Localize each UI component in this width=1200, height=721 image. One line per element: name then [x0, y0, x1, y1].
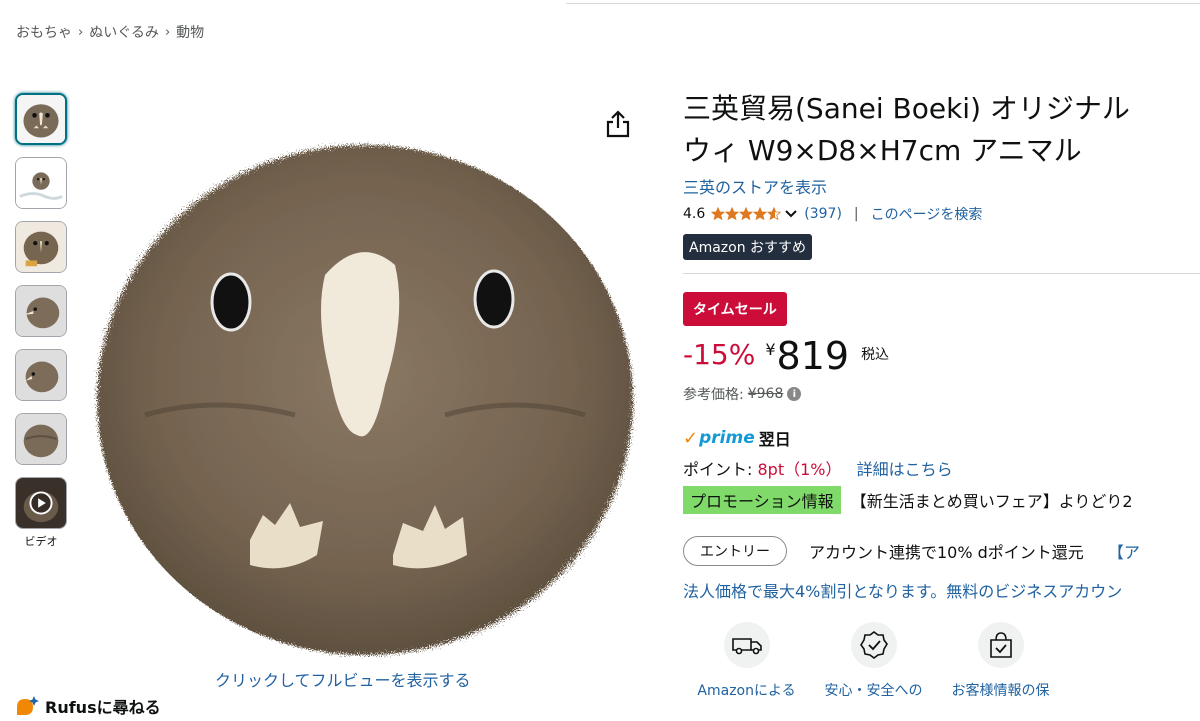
- breadcrumb-separator: ›: [164, 24, 171, 40]
- rufus-button[interactable]: Rufusに尋ねる: [15, 694, 161, 718]
- video-thumbnail[interactable]: [15, 477, 67, 529]
- business-pricing-link[interactable]: 法人価格で最大4%割引となります。無料のビジネスアカウン: [683, 578, 1200, 602]
- thumbnail-1[interactable]: [15, 93, 67, 145]
- video-label: ビデオ: [24, 535, 58, 548]
- prime-check-icon: ✓: [683, 427, 699, 449]
- thumbnail-2[interactable]: [15, 157, 67, 209]
- fullview-link[interactable]: クリックしてフルビューを表示する: [215, 667, 471, 691]
- breadcrumb-separator: ›: [78, 24, 84, 40]
- section-divider: [683, 273, 1200, 274]
- feature-amazon-delivery[interactable]: Amazonによる: [683, 622, 810, 700]
- breadcrumb-item-plush[interactable]: ぬいぐるみ: [89, 22, 159, 42]
- promotion-badge: プロモーション情報: [683, 486, 841, 514]
- feature-label: 安心・安全への: [824, 683, 923, 699]
- share-button[interactable]: [603, 108, 633, 140]
- star-icon: [725, 207, 740, 221]
- rating-value: 4.6: [683, 206, 706, 222]
- feature-icons-row: Amazonによる 安心・安全への お客様情報の保: [683, 622, 1200, 700]
- rating-divider: |: [853, 206, 859, 222]
- thumbnail-3[interactable]: [15, 221, 67, 273]
- list-price-row: 参考価格: ¥968 i: [683, 384, 1200, 404]
- breadcrumb-item-toys[interactable]: おもちゃ: [16, 22, 72, 42]
- entry-button[interactable]: エントリー: [683, 536, 787, 566]
- rufus-label: Rufusに尋ねる: [45, 698, 161, 717]
- chevron-down-icon[interactable]: [784, 209, 798, 219]
- feature-safety[interactable]: 安心・安全への: [810, 622, 937, 700]
- share-icon: [606, 110, 630, 138]
- star-rating[interactable]: [711, 207, 782, 221]
- entry-text: アカウント連携で10% dポイント還元: [809, 543, 1084, 562]
- promotion-row: プロモーション情報 【新生活まとめ買いフェア】よりどり2: [683, 486, 1200, 514]
- points-label: ポイント:: [683, 460, 753, 479]
- product-info-panel: 三英貿易(Sanei Boeki) オリジナル ウィ W9×D8×H7cm アニ…: [683, 88, 1200, 721]
- time-sale-badge: タイムセール: [683, 292, 787, 326]
- feature-label: Amazonによる: [697, 683, 796, 699]
- delivery-day: 翌日: [758, 430, 791, 449]
- top-divider: [566, 3, 1200, 4]
- rating-count-link[interactable]: (397): [804, 206, 842, 222]
- tax-label: 税込: [861, 347, 890, 363]
- prime-delivery-row: ✓ prime 翌日: [683, 426, 1200, 450]
- search-page-link[interactable]: このページを検索: [871, 204, 983, 224]
- safety-badge-icon: [850, 622, 897, 668]
- price-value: 819: [776, 334, 850, 378]
- currency-symbol: ¥: [765, 340, 776, 359]
- rufus-icon: [17, 696, 39, 715]
- promotion-text[interactable]: 【新生活まとめ買いフェア】よりどり2: [851, 488, 1133, 512]
- star-icon: [739, 207, 754, 221]
- points-details-link[interactable]: 詳細はこちら: [857, 460, 953, 479]
- feature-customer-info[interactable]: お客様情報の保: [937, 622, 1064, 700]
- breadcrumb: おもちゃ › ぬいぐるみ › 動物: [16, 22, 204, 42]
- star-icon: [711, 207, 726, 221]
- list-price-label: 参考価格:: [683, 387, 744, 403]
- entry-link[interactable]: 【ア: [1108, 539, 1140, 563]
- rating-row: 4.6 (397) | このページを検索: [683, 204, 1200, 224]
- secure-bag-icon: [977, 622, 1024, 668]
- prime-logo: prime: [699, 428, 755, 448]
- points-value: 8pt（1%）: [757, 460, 842, 479]
- thumbnail-6[interactable]: [15, 413, 67, 465]
- star-icon: [767, 207, 782, 221]
- thumbnail-strip: ビデオ: [15, 93, 69, 549]
- delivery-van-icon: [723, 622, 770, 668]
- star-icon: [753, 207, 768, 221]
- product-title-line1: 三英貿易(Sanei Boeki) オリジナル: [683, 92, 1130, 125]
- points-row: ポイント: 8pt（1%） 詳細はこちら: [683, 456, 1200, 480]
- thumbnail-4[interactable]: [15, 285, 67, 337]
- list-price-value: ¥968: [747, 386, 784, 402]
- thumbnail-5[interactable]: [15, 349, 67, 401]
- product-title-line2: ウィ W9×D8×H7cm アニマル: [683, 134, 1082, 167]
- price-row: -15% ¥ 819 税込: [683, 334, 1200, 378]
- amazon-choice-badge: Amazon おすすめ: [683, 234, 813, 260]
- feature-label: お客様情報の保: [951, 683, 1050, 699]
- breadcrumb-item-animals[interactable]: 動物: [176, 22, 204, 42]
- discount-percent: -15%: [683, 338, 756, 371]
- entry-row: エントリー アカウント連携で10% dポイント還元 【ア: [683, 536, 1200, 566]
- info-icon[interactable]: i: [787, 387, 802, 401]
- store-link[interactable]: 三英のストアを表示: [683, 174, 1200, 198]
- main-product-image[interactable]: [85, 85, 645, 665]
